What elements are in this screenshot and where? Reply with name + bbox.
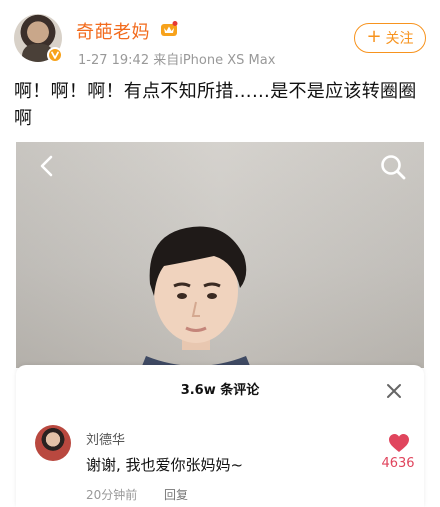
post-header: 奇葩老妈 1-27 19:42 来自iPhone XS Max + 关注 bbox=[0, 0, 440, 72]
close-icon[interactable] bbox=[384, 381, 404, 401]
back-chevron-icon[interactable] bbox=[34, 152, 62, 180]
like-count: 4636 bbox=[381, 456, 415, 471]
follow-button[interactable]: + 关注 bbox=[354, 23, 426, 53]
person-portrait bbox=[141, 226, 251, 368]
vip-crown-icon bbox=[161, 21, 178, 36]
comments-sheet: 3.6w 条评论 刘德华 谢谢, 我也爱你张妈妈~ 20分钟前 回复 4636 bbox=[16, 365, 424, 507]
post-text: 啊！啊！啊！有点不知所措……是不是应该转圈圈啊 bbox=[14, 81, 417, 129]
comments-title: 3.6w 条评论 bbox=[180, 383, 260, 398]
post-meta: 1-27 19:42 来自iPhone XS Max bbox=[78, 53, 276, 68]
follow-label: 关注 bbox=[385, 31, 414, 47]
username[interactable]: 奇葩老妈 bbox=[76, 18, 150, 44]
search-icon[interactable] bbox=[378, 152, 408, 182]
commenter-name[interactable]: 刘德华 bbox=[86, 429, 125, 448]
reply-button[interactable]: 回复 bbox=[164, 486, 188, 503]
plus-icon: + bbox=[366, 26, 382, 47]
comment-text: 谢谢, 我也爱你张妈妈~ bbox=[86, 456, 244, 474]
comment-time: 20分钟前 bbox=[86, 488, 138, 502]
video-player[interactable] bbox=[16, 142, 424, 368]
verified-badge-icon bbox=[47, 47, 63, 63]
commenter-avatar[interactable] bbox=[35, 425, 71, 461]
heart-icon[interactable] bbox=[388, 433, 410, 453]
